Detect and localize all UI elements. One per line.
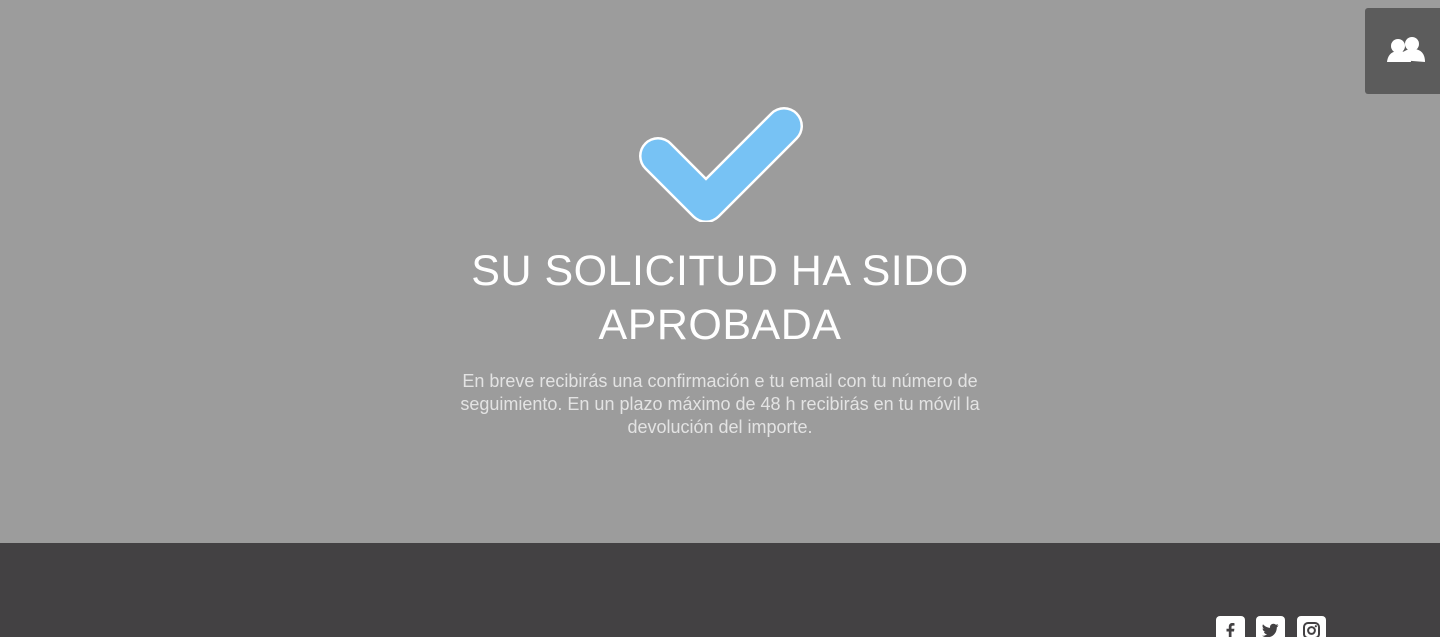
facebook-link[interactable] <box>1216 616 1245 637</box>
site-footer <box>0 543 1440 637</box>
users-button[interactable] <box>1365 8 1440 94</box>
users-icon <box>1387 37 1425 62</box>
instagram-link[interactable] <box>1297 616 1326 637</box>
checkmark-icon <box>639 107 803 222</box>
approval-title: SU SOLICITUD HA SIDO APROBADA <box>471 247 969 349</box>
facebook-icon <box>1226 623 1235 637</box>
approval-hero: SU SOLICITUD HA SIDO APROBADA En breve r… <box>0 0 1440 543</box>
twitter-icon <box>1262 623 1279 637</box>
instagram-icon <box>1303 622 1320 637</box>
approval-message: En breve recibirás una confirmación e tu… <box>460 371 980 437</box>
twitter-link[interactable] <box>1256 616 1285 637</box>
